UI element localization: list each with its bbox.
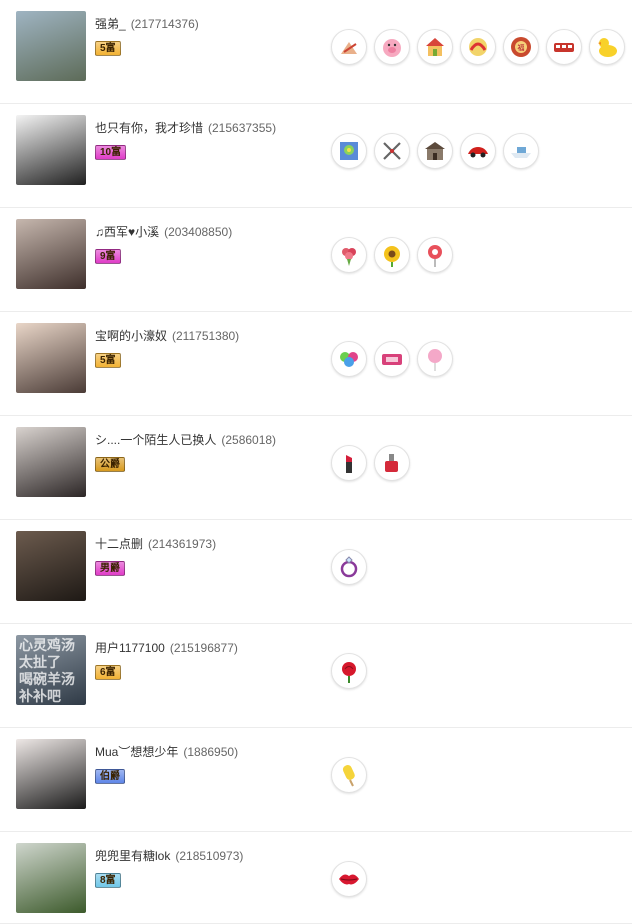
user-id: (1886950)	[183, 745, 239, 759]
avatar[interactable]	[16, 427, 86, 497]
avatar[interactable]	[16, 219, 86, 289]
user-info: 用户1177100 (215196877)	[95, 639, 238, 656]
user-info: 十二点删 (214361973)	[95, 535, 216, 552]
lipstick-icon[interactable]	[331, 445, 367, 481]
avatar[interactable]	[16, 11, 86, 81]
sunflower-icon[interactable]	[374, 237, 410, 273]
balloons-icon[interactable]	[331, 341, 367, 377]
sports-car-icon[interactable]	[460, 133, 496, 169]
house-gift-icon[interactable]	[417, 29, 453, 65]
user-info: シ....一个陌生人已换人 (2586018)	[95, 431, 276, 448]
list-item: 十二点删 (214361973) 男爵	[0, 520, 632, 624]
fireworks-icon[interactable]	[331, 133, 367, 169]
list-item: ♫西军♥小溪 (203408850) 9富	[0, 208, 632, 312]
wealth-level-badge: 5富	[95, 353, 121, 368]
avatar[interactable]: 心灵鸡汤 太扯了 喝碗羊汤 补补吧	[16, 635, 86, 705]
user-info: Mua︶想想少年 (1886950)	[95, 743, 238, 760]
popsicle-icon[interactable]	[331, 757, 367, 793]
user-info: 也只有你，我才珍惜 (215637355)	[95, 119, 276, 136]
username[interactable]: 十二点删	[95, 537, 143, 551]
dragon-icon[interactable]	[460, 29, 496, 65]
nail-polish-icon[interactable]	[374, 445, 410, 481]
drum-icon[interactable]: 福	[503, 29, 539, 65]
cotton-candy-icon[interactable]	[417, 341, 453, 377]
avatar[interactable]	[16, 323, 86, 393]
svg-text:福: 福	[518, 43, 525, 52]
wealth-level-badge: 5富	[95, 41, 121, 56]
user-id: (215637355)	[208, 121, 277, 135]
wealth-level-badge: 男爵	[95, 561, 125, 576]
user-id: (2586018)	[221, 433, 277, 447]
user-id: (203408850)	[164, 225, 233, 239]
user-info: 宝啊的小濠奴 (211751380)	[95, 327, 239, 344]
kiss-lips-icon[interactable]	[331, 861, 367, 897]
user-id: (215196877)	[169, 641, 238, 655]
list-item: 也只有你，我才珍惜 (215637355) 10富	[0, 104, 632, 208]
username[interactable]: 也只有你，我才珍惜	[95, 121, 203, 135]
gift-list	[331, 237, 460, 273]
username[interactable]: 强弟_	[95, 17, 126, 31]
hands-icon[interactable]	[331, 29, 367, 65]
rose-icon[interactable]	[331, 653, 367, 689]
gift-list	[331, 341, 460, 377]
wealth-level-badge: 伯爵	[95, 769, 125, 784]
wealth-level-badge: 9富	[95, 249, 121, 264]
list-item: 宝啊的小濠奴 (211751380) 5富	[0, 312, 632, 416]
crossed-swords-icon[interactable]	[374, 133, 410, 169]
username[interactable]: 宝啊的小濠奴	[95, 329, 167, 343]
gift-list	[331, 861, 374, 897]
username[interactable]: Mua︶想想少年	[95, 745, 178, 759]
gift-list	[331, 653, 374, 689]
avatar[interactable]	[16, 843, 86, 913]
list-item: 兜兜里有糖lok (218510973) 8富	[0, 832, 632, 924]
list-item: 心灵鸡汤 太扯了 喝碗羊汤 补补吧 用户1177100 (215196877) 6富	[0, 624, 632, 728]
wealth-level-badge: 6富	[95, 665, 121, 680]
username[interactable]: シ....一个陌生人已换人	[95, 433, 216, 447]
rubber-duck-icon[interactable]	[589, 29, 625, 65]
avatar[interactable]	[16, 531, 86, 601]
user-id: (217714376)	[130, 17, 199, 31]
bouquet-icon[interactable]	[331, 237, 367, 273]
wealth-level-badge: 8富	[95, 873, 121, 888]
wealth-level-badge: 10富	[95, 145, 127, 160]
list-item: 强弟_ (217714376) 5富 福	[0, 0, 632, 104]
ticket-icon[interactable]	[374, 341, 410, 377]
gift-list	[331, 549, 374, 585]
wealth-level-badge: 公爵	[95, 457, 125, 472]
avatar[interactable]	[16, 115, 86, 185]
username[interactable]: ♫西军♥小溪	[95, 225, 159, 239]
yacht-icon[interactable]	[503, 133, 539, 169]
user-id: (214361973)	[148, 537, 217, 551]
gift-list	[331, 445, 417, 481]
avatar-caption: 喝碗羊汤	[19, 671, 75, 687]
username[interactable]: 用户1177100	[95, 641, 165, 655]
gift-ranking-list: 强弟_ (217714376) 5富 福也只有你，我才珍惜 (215637355) 10富…	[0, 0, 632, 924]
user-id: (218510973)	[175, 849, 244, 863]
avatar-caption: 心灵鸡汤	[19, 637, 75, 653]
pig-icon[interactable]	[374, 29, 410, 65]
gift-list: 福	[331, 29, 632, 65]
user-info: 强弟_ (217714376)	[95, 15, 199, 32]
list-item: Mua︶想想少年 (1886950) 伯爵	[0, 728, 632, 832]
mansion-icon[interactable]	[417, 133, 453, 169]
list-item: シ....一个陌生人已换人 (2586018) 公爵	[0, 416, 632, 520]
user-id: (211751380)	[172, 329, 240, 343]
user-info: ♫西军♥小溪 (203408850)	[95, 223, 232, 240]
gift-list	[331, 133, 546, 169]
avatar[interactable]	[16, 739, 86, 809]
bus-icon[interactable]	[546, 29, 582, 65]
lollipop-icon[interactable]	[417, 237, 453, 273]
ring-icon[interactable]	[331, 549, 367, 585]
username[interactable]: 兜兜里有糖lok	[95, 849, 170, 863]
avatar-caption: 太扯了	[19, 654, 61, 670]
avatar-caption: 补补吧	[19, 688, 61, 704]
gift-list	[331, 757, 374, 793]
user-info: 兜兜里有糖lok (218510973)	[95, 847, 243, 864]
